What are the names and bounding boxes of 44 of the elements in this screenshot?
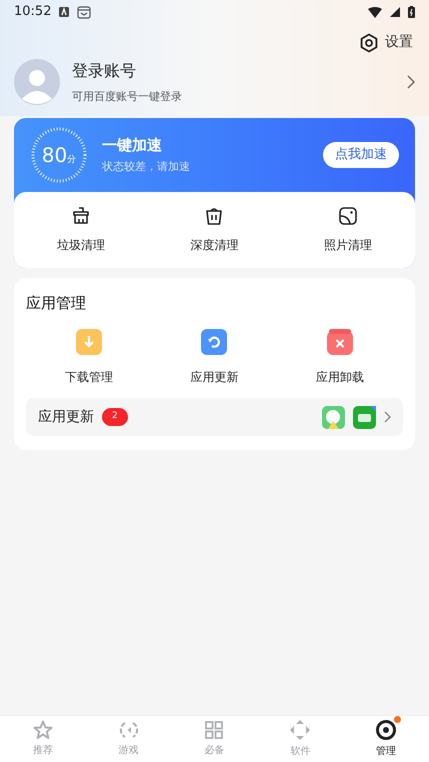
refresh-icon [200, 328, 228, 356]
score-unit: 分 [67, 154, 76, 166]
target-icon [375, 719, 398, 741]
wifi-icon [368, 6, 382, 18]
score-value: 80 [42, 142, 68, 168]
boost-subtitle: 状态较差，请加速 [102, 158, 191, 174]
mail-icon [77, 6, 92, 18]
chevron-right-icon [407, 75, 415, 90]
brush-icon [70, 206, 91, 226]
account-title: 登录账号 [72, 60, 137, 82]
signal-icon [390, 7, 400, 17]
updates-row[interactable]: 应用更新 2 [26, 398, 403, 436]
account-row[interactable]: 登录账号 可用百度账号一键登录 [0, 53, 429, 116]
star-icon [32, 720, 53, 740]
battery-icon [408, 6, 415, 18]
download-folder-icon [74, 328, 103, 356]
update-count-badge: 2 [102, 408, 128, 426]
account-subtitle: 可用百度账号一键登录 [72, 89, 183, 105]
updates-label: 应用更新 [38, 408, 94, 426]
score-ring [30, 126, 88, 184]
status-time: 10:52 [14, 3, 52, 22]
app-icon [353, 406, 376, 428]
basket-icon [204, 206, 224, 226]
settings-button[interactable]: 设置 [359, 32, 413, 53]
app-icon [322, 406, 345, 428]
photo-icon [338, 206, 358, 226]
nav-tab[interactable]: 管理 [343, 716, 429, 762]
grid-icon [204, 720, 224, 740]
app-tool-item[interactable]: 应用卸载 [277, 328, 403, 386]
avatar-icon [14, 59, 60, 106]
notification-icon [59, 7, 70, 17]
diamond-icon [289, 719, 312, 741]
app-tool-item[interactable]: 应用更新 [152, 328, 278, 386]
boost-button[interactable]: 点我加速 [323, 142, 399, 168]
delete-icon [326, 328, 354, 356]
section-title: 应用管理 [26, 292, 86, 314]
chevron-right-icon [384, 411, 391, 423]
cleanup-item[interactable]: 垃圾清理 [14, 206, 148, 254]
game-icon [118, 720, 139, 740]
boost-title: 一键加速 [102, 135, 163, 156]
settings-icon [359, 32, 379, 52]
app-tool-item[interactable]: 下载管理 [26, 328, 152, 386]
cleanup-item[interactable]: 深度清理 [148, 206, 282, 254]
cleanup-item[interactable]: 照片清理 [281, 206, 415, 254]
